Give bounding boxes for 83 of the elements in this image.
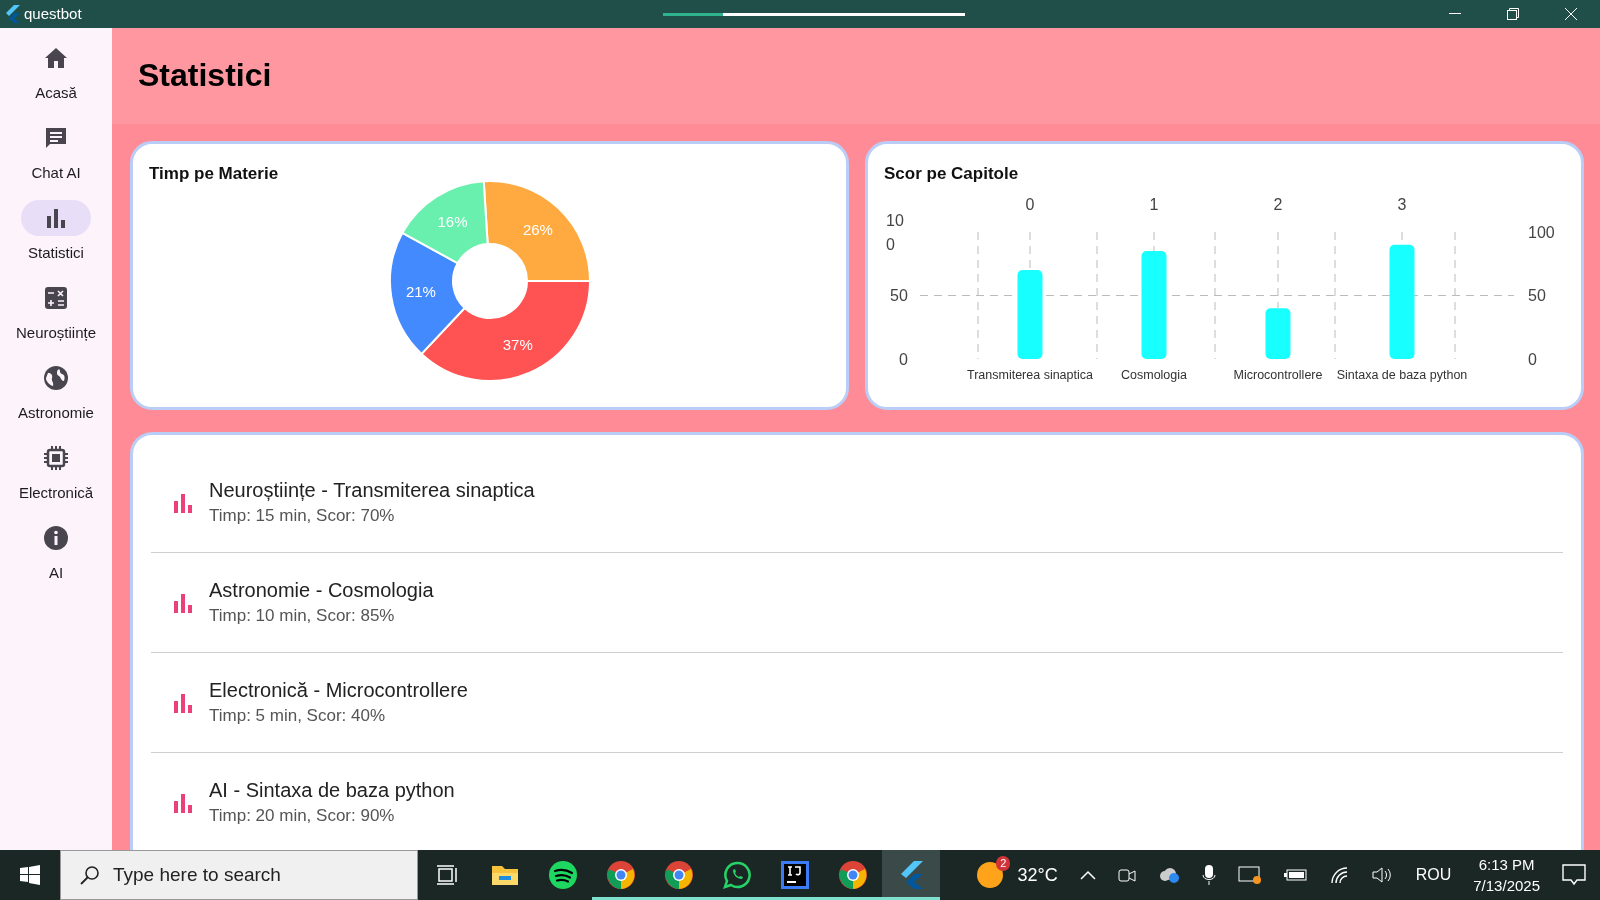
chart-title: Timp pe Materie	[148, 163, 280, 185]
category-label: Transmiterea sinaptica	[967, 367, 1093, 382]
slice-label: 37%	[502, 336, 533, 354]
axis-label: 0	[1025, 195, 1035, 213]
session-title: Astronomie - Cosmologia	[209, 577, 434, 603]
chevron-up-icon[interactable]	[1079, 870, 1096, 880]
slice-label: 16%	[437, 212, 467, 230]
category-label: Cosmologia	[1121, 367, 1187, 382]
clock-date: 7/13/2025	[1473, 876, 1540, 896]
home-icon	[44, 47, 68, 69]
folder-icon	[491, 863, 519, 887]
microphone-icon[interactable]	[1201, 864, 1216, 886]
restore-icon	[1507, 8, 1519, 20]
axis-label: 1	[1149, 195, 1159, 213]
axis-label: 0	[1528, 350, 1537, 368]
display-icon[interactable]	[1237, 865, 1262, 885]
nav-item[interactable]: AI	[0, 520, 112, 600]
bar-chart-icon	[46, 208, 66, 228]
page-title: Statistici	[138, 56, 273, 95]
category-label: Sintaxa de baza python	[1336, 367, 1468, 382]
app-logo-icon	[899, 861, 923, 889]
language-indicator[interactable]: ROU	[1415, 863, 1452, 887]
windows-logo-icon	[20, 865, 40, 885]
bar-chart-icon	[173, 592, 193, 613]
app-logo-icon	[4, 5, 20, 23]
nav-item[interactable]: Electronică	[0, 440, 112, 520]
axis-label: 3	[1397, 195, 1407, 213]
wifi-icon[interactable]	[1329, 866, 1350, 884]
session-title: Neuroștiințe - Transmiterea sinaptica	[209, 477, 535, 503]
battery-icon[interactable]	[1283, 868, 1308, 882]
close-icon	[1565, 8, 1577, 20]
browser-icon	[665, 861, 693, 889]
minimize-icon	[1449, 13, 1461, 15]
nav-item[interactable]: Chat AI	[0, 120, 112, 200]
nav-item[interactable]: Neuroștiințe	[0, 280, 112, 360]
nav-item[interactable]: Statistici	[0, 200, 112, 280]
session-title: Electronică - Microcontrollere	[209, 677, 468, 703]
chat-icon	[44, 126, 68, 150]
session-detail: Timp: 10 min, Scor: 85%	[209, 604, 396, 627]
chat-app-icon	[723, 861, 751, 889]
slice-label: 26%	[522, 220, 553, 238]
session-detail: Timp: 15 min, Scor: 70%	[209, 504, 396, 527]
axis-label: 50	[1528, 286, 1546, 304]
task-view-icon	[436, 865, 458, 885]
video-camera-icon[interactable]	[1117, 866, 1136, 884]
speaker-icon[interactable]	[1371, 866, 1394, 884]
bar-chart-icon	[173, 692, 193, 713]
search-field[interactable]: Type here to search	[60, 850, 418, 900]
slice-label: 21%	[405, 282, 436, 300]
taskbar-app-button[interactable]	[882, 850, 940, 900]
session-detail: Timp: 20 min, Scor: 90%	[209, 804, 396, 827]
axis-label: 0	[899, 350, 908, 368]
axis-label: 2	[1273, 195, 1283, 213]
category-label: Microcontrollere	[1233, 367, 1323, 382]
bar	[1265, 308, 1291, 359]
session-row[interactable]: Astronomie - Cosmologia Timp: 10 min, Scor: 85%	[151, 553, 1563, 654]
session-title: AI - Sintaxa de baza python	[209, 777, 455, 803]
axis-label: 10 0	[886, 211, 904, 253]
nav-item[interactable]: Astronomie	[0, 360, 112, 440]
cloud-icon[interactable]	[1157, 866, 1180, 884]
axis-label: 100	[1528, 223, 1555, 241]
bar-chart-icon	[173, 492, 193, 513]
ide-app-icon	[781, 861, 809, 889]
clock-time: 6:13 PM	[1477, 855, 1536, 875]
notification-icon[interactable]	[1562, 864, 1586, 886]
browser-icon	[839, 861, 867, 889]
temperature-text: 32°C	[1017, 863, 1058, 887]
session-row[interactable]: Electronică - Microcontrollere Timp: 5 min, Scor: 40%	[151, 653, 1563, 754]
notification-badge: 2	[996, 856, 1011, 871]
globe-icon	[43, 365, 69, 391]
chip-icon	[43, 445, 69, 471]
bar-chart-icon	[173, 792, 193, 813]
calculator-icon	[44, 286, 68, 310]
music-app-icon	[549, 861, 577, 889]
nav-item[interactable]: Acasă	[0, 40, 112, 120]
session-row[interactable]: Neuroștiințe - Transmiterea sinaptica Timp: 15 min, Scor: 70%	[151, 453, 1563, 554]
chart-title: Scor pe Capitole	[883, 163, 1020, 185]
axis-label: 50	[890, 286, 908, 304]
info-icon	[43, 525, 69, 551]
window-title: questbot	[24, 3, 82, 24]
session-detail: Timp: 5 min, Scor: 40%	[209, 704, 387, 727]
search-icon	[80, 865, 100, 885]
browser-icon	[607, 861, 635, 889]
